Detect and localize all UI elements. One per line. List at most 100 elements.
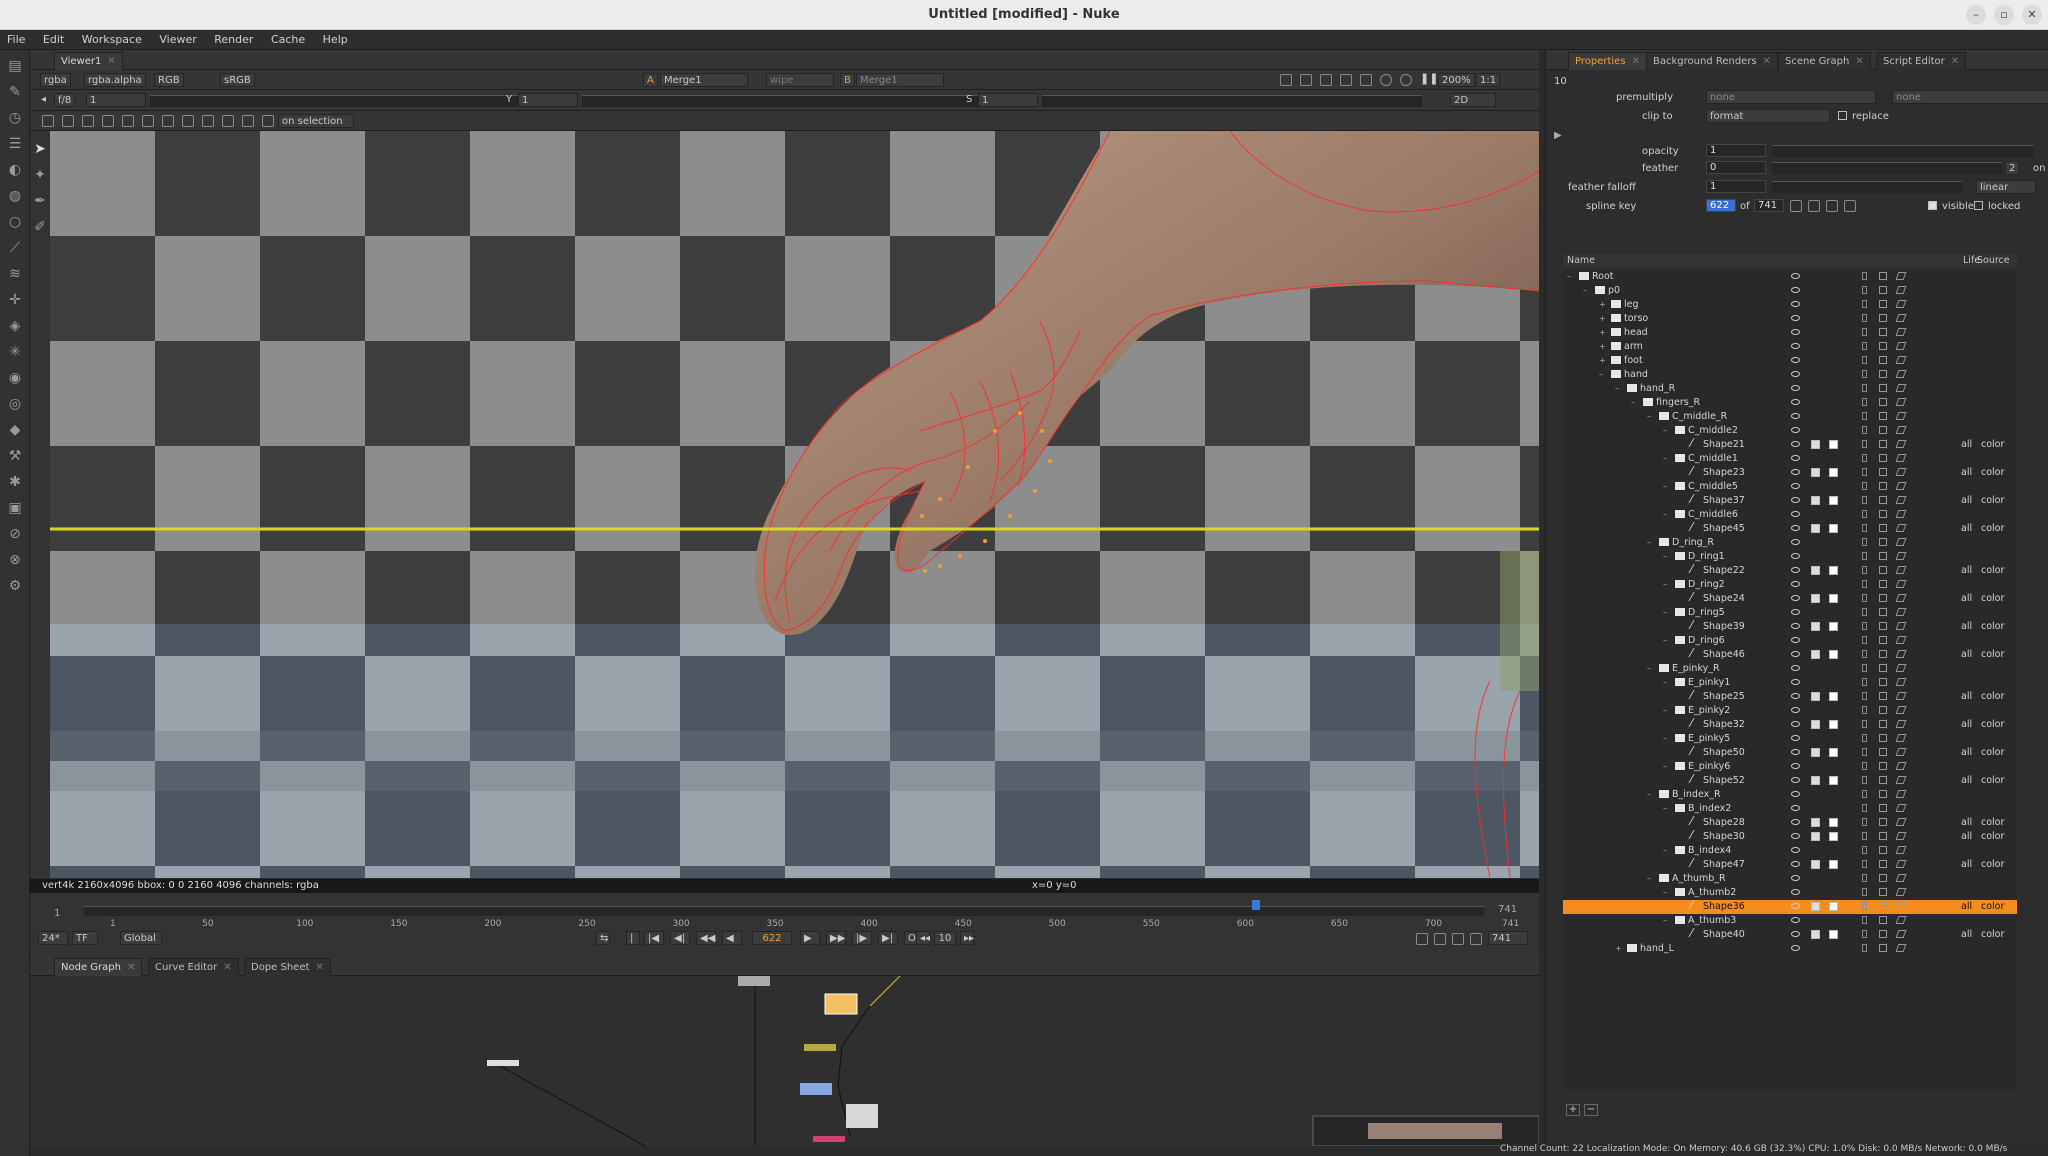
maximize-button[interactable]: ▫ [1994,5,2014,25]
motionblur-icon[interactable] [1862,762,1867,770]
motionblur-icon[interactable] [1862,384,1867,392]
tree-folder-row[interactable]: – p0 [1563,284,2017,298]
motionblur-icon[interactable] [1862,566,1867,574]
menu-workspace[interactable]: Workspace [75,30,149,46]
ratio-select[interactable]: 1:1 [1476,73,1501,87]
tree-shape-row[interactable]: Shape39 all color [1563,620,2017,634]
feather-falloff-slider[interactable] [1772,181,1962,193]
visibility-eye-icon[interactable] [1791,805,1800,811]
blend-icon[interactable] [1895,706,1907,714]
menu-edit[interactable]: Edit [36,30,71,46]
minimize-button[interactable]: – [1966,5,1986,25]
visibility-eye-icon[interactable] [1791,931,1800,937]
invert-checkbox[interactable] [1811,930,1820,939]
blend-icon[interactable] [1895,874,1907,882]
render-icon[interactable] [1879,776,1887,784]
blend-icon[interactable] [1895,650,1907,658]
blend-icon[interactable] [1895,286,1907,294]
render-icon[interactable] [1879,482,1887,490]
falloff-type-select[interactable]: linear [1976,180,2036,194]
invert-checkbox[interactable] [1811,524,1820,533]
play-icon[interactable]: ▶ [800,931,820,945]
color-swatch[interactable] [1829,496,1838,505]
channel-icon[interactable]: ☰ [7,136,23,152]
expand-toggle[interactable]: – [1647,536,1651,550]
tree-folder-row[interactable]: – E_pinky6 [1563,760,2017,774]
render-icon[interactable] [1879,846,1887,854]
curve-icon[interactable] [202,115,214,127]
show-splines-icon[interactable] [182,115,194,127]
lut-icon[interactable] [1340,74,1352,86]
render-icon[interactable] [1879,552,1887,560]
motionblur-icon[interactable] [1862,272,1867,280]
visibility-eye-icon[interactable] [1791,749,1800,755]
render-icon[interactable] [1879,454,1887,462]
tab-background-renders[interactable]: Background Renders ✕ [1646,52,1779,70]
frame-step-select[interactable]: f/8 [54,93,76,107]
expand-toggle[interactable]: + [1599,354,1606,368]
render-icon[interactable] [1879,580,1887,588]
color-swatch[interactable] [1829,832,1838,841]
blend-icon[interactable] [1895,580,1907,588]
blend-icon[interactable] [1895,748,1907,756]
render-icon[interactable] [1879,720,1887,728]
color-swatch[interactable] [1829,902,1838,911]
blend-icon[interactable] [1895,664,1907,672]
export-icon[interactable] [1470,933,1482,945]
tree-folder-row[interactable]: – E_pinky_R [1563,662,2017,676]
expand-toggle[interactable]: + [1599,340,1606,354]
expand-toggle[interactable]: – [1663,550,1667,564]
close-icon[interactable]: ✕ [1855,56,1863,67]
feather-falloff-field[interactable]: 1 [1706,180,1766,193]
blend-icon[interactable] [1895,426,1907,434]
motionblur-icon[interactable] [1862,664,1867,672]
node-read[interactable] [738,976,770,986]
expand-toggle[interactable]: – [1663,452,1667,466]
invert-checkbox[interactable] [1811,440,1820,449]
render-icon[interactable] [1879,790,1887,798]
visibility-eye-icon[interactable] [1791,679,1800,685]
tree-shape-row[interactable]: Shape32 all color [1563,718,2017,732]
tree-folder-row[interactable]: + arm [1563,340,2017,354]
render-icon[interactable] [1879,370,1887,378]
motionblur-icon[interactable] [1862,314,1867,322]
expand-toggle[interactable]: + [1599,312,1606,326]
visibility-eye-icon[interactable] [1791,777,1800,783]
expand-toggle[interactable]: – [1615,382,1619,396]
motionblur-icon[interactable] [1862,930,1867,938]
image-icon[interactable]: ▤ [7,58,23,74]
expand-toggle[interactable]: – [1663,606,1667,620]
visibility-eye-icon[interactable] [1791,273,1800,279]
motionblur-icon[interactable] [1862,468,1867,476]
motionblur-icon[interactable] [1862,678,1867,686]
menu-help[interactable]: Help [316,30,355,46]
render-icon[interactable] [1879,300,1887,308]
play-back-icon[interactable]: ◀ [722,931,742,945]
invert-checkbox[interactable] [1811,902,1820,911]
expand-toggle[interactable]: – [1663,704,1667,718]
node-roto[interactable] [804,1044,836,1051]
merge-icon[interactable]: ⟋ [7,240,23,256]
expand-toggle[interactable]: – [1599,368,1603,382]
metadata-icon[interactable]: ◆ [7,422,23,438]
motionblur-icon[interactable] [1862,790,1867,798]
visibility-eye-icon[interactable] [1791,511,1800,517]
expand-toggle[interactable]: + [1599,298,1606,312]
render-icon[interactable] [1879,622,1887,630]
render-icon[interactable] [1879,328,1887,336]
motionblur-icon[interactable] [1862,370,1867,378]
expand-toggle[interactable]: – [1663,578,1667,592]
invert-checkbox[interactable] [1811,566,1820,575]
blend-icon[interactable] [1895,860,1907,868]
render-icon[interactable] [1879,496,1887,504]
invert-checkbox[interactable] [1811,622,1820,631]
visibility-eye-icon[interactable] [1791,357,1800,363]
node-viewer[interactable] [846,1104,878,1128]
lock-icon[interactable] [1452,933,1464,945]
colorspace-select[interactable]: sRGB [220,73,255,87]
prev-icon[interactable]: ◂ [38,93,49,107]
playhead[interactable] [1252,900,1260,910]
blend-icon[interactable] [1895,846,1907,854]
tree-shape-row[interactable]: Shape24 all color [1563,592,2017,606]
render-icon[interactable] [1879,888,1887,896]
